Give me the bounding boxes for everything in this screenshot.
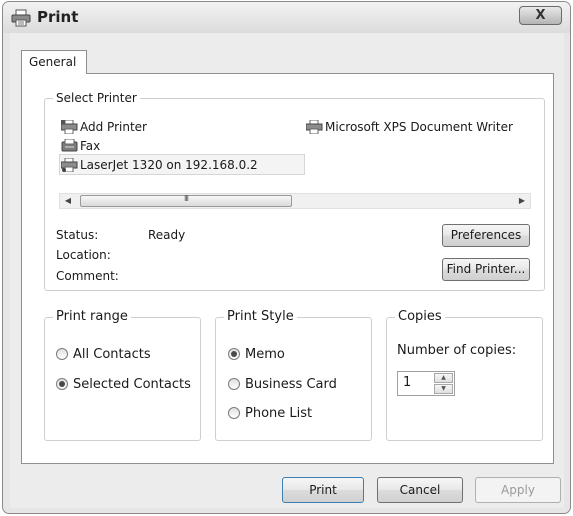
scroll-right-icon[interactable]: ▶: [514, 194, 530, 208]
copies-increment-icon[interactable]: ▲: [434, 373, 453, 383]
radio-business-card[interactable]: Business Card: [228, 376, 337, 394]
printer-label: Fax: [80, 139, 101, 153]
window-title: Print: [37, 8, 79, 26]
copies-value: 1: [403, 375, 412, 390]
copies-decrement-icon[interactable]: ▼: [434, 384, 453, 394]
radio-label: Selected Contacts: [73, 377, 191, 392]
print-button[interactable]: Print: [282, 477, 364, 503]
scroll-thumb[interactable]: III: [80, 194, 292, 207]
printer-item-laserjet[interactable]: LaserJet 1320 on 192.168.0.2: [61, 157, 258, 173]
status-label: Status:: [56, 228, 99, 242]
radio-button-checked[interactable]: [56, 378, 68, 390]
print-style-legend: Print Style: [224, 309, 297, 325]
radio-label: Business Card: [245, 377, 337, 392]
radio-all-contacts[interactable]: All Contacts: [56, 346, 151, 364]
radio-button[interactable]: [228, 378, 240, 390]
radio-button[interactable]: [228, 407, 240, 419]
cancel-button[interactable]: Cancel: [377, 477, 463, 503]
radio-label: All Contacts: [73, 347, 151, 362]
copies-legend: Copies: [395, 309, 445, 325]
radio-button-checked[interactable]: [228, 348, 240, 360]
printer-label: LaserJet 1320 on 192.168.0.2: [80, 158, 258, 172]
close-icon: X: [535, 8, 546, 23]
radio-button[interactable]: [56, 348, 68, 360]
printer-list-scrollbar[interactable]: ◀ III ▶: [59, 193, 531, 209]
printer-icon: [61, 158, 78, 172]
printer-label: Microsoft XPS Document Writer: [325, 120, 513, 134]
location-label: Location:: [56, 248, 111, 262]
scroll-grip-icon: III: [183, 194, 189, 203]
print-range-legend: Print range: [53, 309, 131, 325]
radio-label: Memo: [245, 347, 285, 362]
printer-icon: [306, 120, 323, 134]
close-button[interactable]: X: [519, 6, 562, 25]
radio-selected-contacts[interactable]: Selected Contacts: [56, 376, 191, 394]
apply-button[interactable]: Apply: [475, 477, 561, 503]
printer-item-fax[interactable]: Fax: [61, 138, 100, 154]
radio-memo[interactable]: Memo: [228, 346, 285, 364]
scroll-left-icon[interactable]: ◀: [60, 194, 76, 208]
preferences-button[interactable]: Preferences: [442, 224, 530, 247]
status-value: Ready: [148, 228, 186, 242]
fax-icon: [61, 139, 78, 152]
printer-item-xps[interactable]: Microsoft XPS Document Writer: [306, 119, 513, 135]
add-printer-icon: [61, 120, 78, 134]
printer-label: Add Printer: [80, 120, 147, 134]
copies-label: Number of copies:: [397, 343, 517, 358]
tab-general[interactable]: General: [21, 50, 87, 74]
printer-item-add-printer[interactable]: Add Printer: [61, 119, 147, 135]
radio-phone-list[interactable]: Phone List: [228, 405, 312, 423]
comment-label: Comment:: [56, 269, 119, 283]
radio-label: Phone List: [245, 406, 313, 421]
title-bar[interactable]: Print X: [3, 2, 570, 33]
find-printer-button[interactable]: Find Printer...: [442, 258, 530, 281]
printer-icon: [11, 9, 31, 27]
select-printer-legend: Select Printer: [53, 90, 140, 106]
